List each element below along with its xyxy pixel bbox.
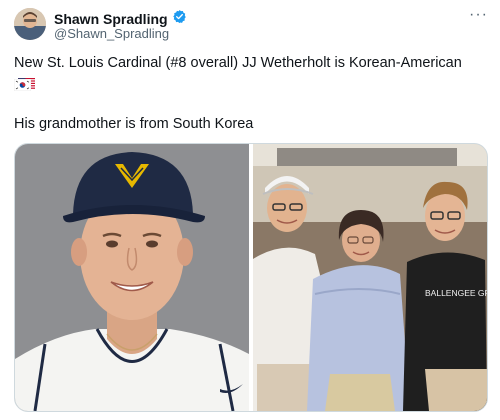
family-photo-image[interactable]: BALLENGEE GROUP [253,144,487,411]
tweet-text-line-3: His grandmother is from South Korea [14,116,254,132]
more-options-icon[interactable]: ··· [469,6,488,24]
tweet-text-line-2 [13,74,484,97]
verified-badge-icon [172,9,187,29]
avatar[interactable] [14,8,46,40]
tweet-text: New St. Louis Cardinal (#8 overall) JJ W… [14,55,462,71]
headshot-image[interactable] [15,144,249,411]
display-name[interactable]: Shawn Spradling [54,11,168,27]
tweet-media[interactable]: BALLENGEE GROUP [14,143,488,412]
author-handle[interactable]: @Shawn_Spradling [54,26,169,41]
shirt-logo: BALLENGEE GROUP [425,288,487,298]
south-korea-flag-icon [13,77,32,97]
